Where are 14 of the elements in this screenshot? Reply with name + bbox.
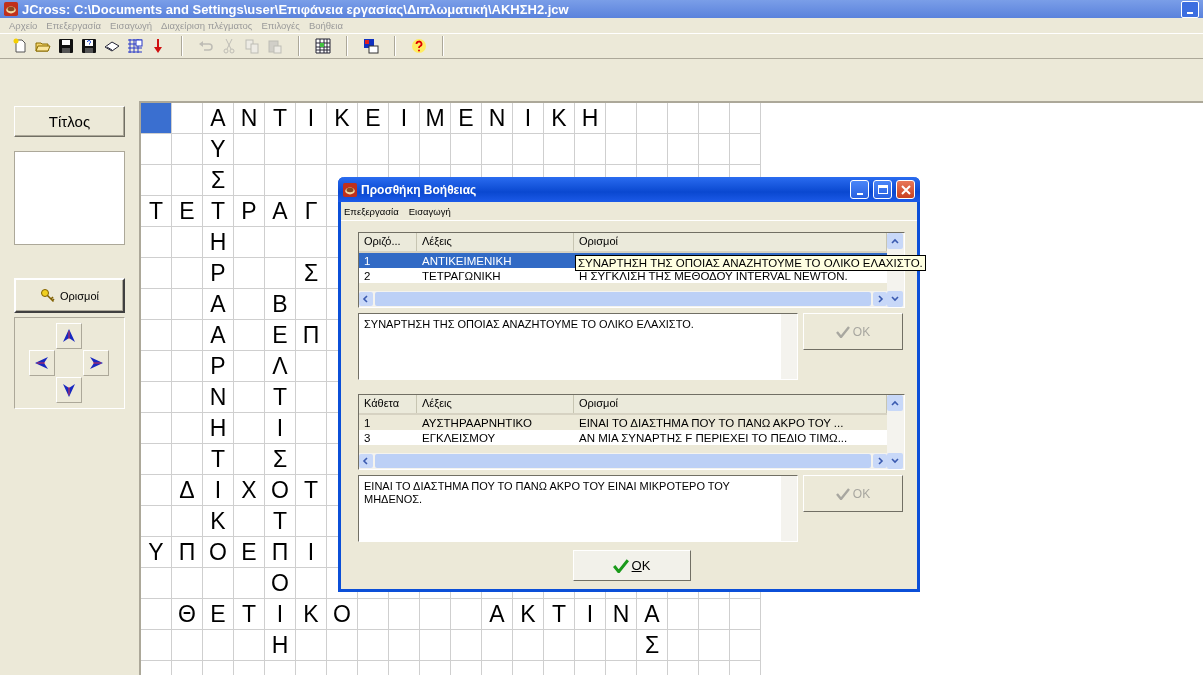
- window-title: JCross: C:\Documents and Settings\user\Επιφάνεια εργασίας\Διπλωματική\ΑΚΗΣΗ2.jcw: [22, 1, 570, 17]
- dialog-title: Προσθήκη Βοήθειας: [361, 182, 478, 197]
- word-text: ΕΓΚΛΕΙΣΜΟΥ: [421, 431, 497, 444]
- row-number: 1: [363, 254, 372, 267]
- row-number: 1: [363, 416, 372, 429]
- row-number: 2: [363, 269, 372, 282]
- row-number: 3: [363, 431, 372, 444]
- tooltip: ΣΥΝΑΡΤΗΣΗ ΤΗΣ ΟΠΟΙΑΣ ΑΝΑΖΗΤΟΥΜΕ ΤΟ ΟΛΙΚΟ ΕΛΑΧΙΣΤΟ.: [575, 255, 926, 271]
- definition-text: ΕΙΝΑΙ ΤΟ ΔΙΑΣΤΗΜΑ ΠΟΥ ΤΟ ΠΑΝΩ ΑΚΡΟ ΤΟΥ ...: [578, 416, 845, 429]
- definition-text: Η ΣΥΓΚΛΙΣΗ ΤΗΣ ΜΕΘΟΔΟΥ INTERVAL NEWTON.: [578, 269, 849, 282]
- word-text: ΑΥΣΤΗΡΑΑΡΝΗΤΙΚΟ: [421, 416, 533, 429]
- word-text: ΑΝΤΙΚΕΙΜΕΝΙΚΗ: [421, 254, 513, 267]
- word-text: ΤΕΤΡΑΓΩΝΙΚΗ: [421, 269, 502, 282]
- definition-text: ΑΝ ΜΙΑ ΣΥΝΑΡΤΗΣ F ΠΕΡΙΕΧΕΙ ΤΟ ΠΕΔΙΟ ΤΙΜΩ...: [578, 431, 849, 444]
